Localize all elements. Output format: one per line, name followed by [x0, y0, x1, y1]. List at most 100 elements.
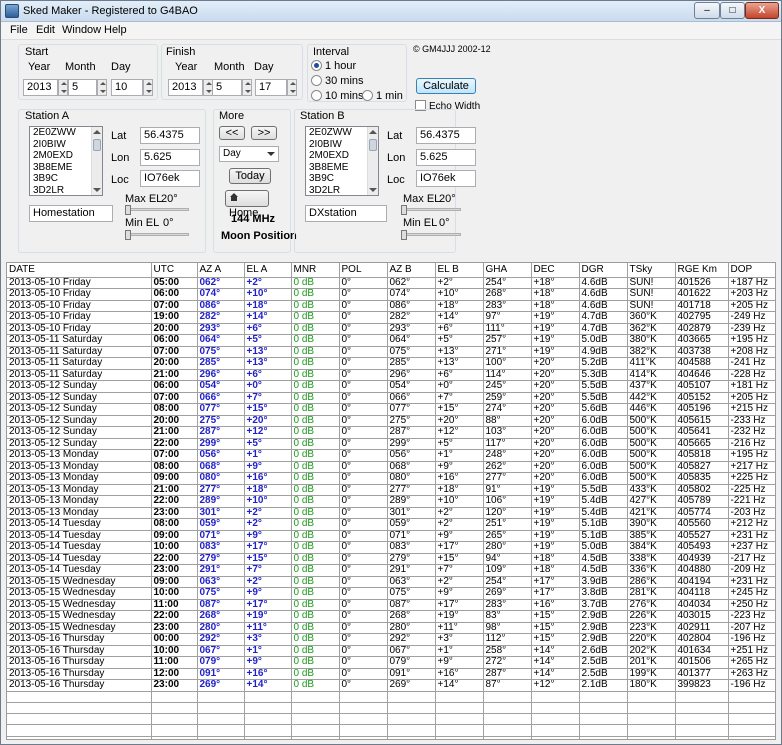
interval-1-min-radio[interactable]: 1 min — [362, 90, 403, 102]
station-b-lon-field[interactable]: 5.625 — [416, 149, 476, 166]
station-a-minel-slider-thumb[interactable] — [125, 230, 131, 240]
finish-month-spinner[interactable] — [242, 79, 252, 96]
finish-day-spinner[interactable] — [287, 79, 297, 96]
station-a-loc-field[interactable]: IO76ek — [140, 170, 200, 187]
station-b-loc-field[interactable]: IO76ek — [416, 170, 476, 187]
column-header-el-a[interactable]: EL A — [244, 263, 292, 278]
table-row[interactable]: 2013-05-13 Monday 07:00 056° +1° 0 dB 0° 056° +… — [7, 449, 775, 462]
minimize-button[interactable]: – — [694, 2, 720, 19]
station-a-list-scrollbar[interactable] — [91, 127, 102, 195]
start-month-field[interactable]: 5 — [68, 79, 97, 96]
column-header-date[interactable]: DATE — [7, 263, 152, 278]
table-row[interactable]: 2013-05-12 Sunday 07:00 066° +7° 0 dB 0° 066° +… — [7, 392, 775, 404]
table-row[interactable]: 2013-05-10 Friday 20:00 293° +6° 0 dB 0° 293° +… — [7, 323, 775, 335]
scroll-up-icon[interactable] — [369, 130, 377, 134]
table-row[interactable]: 2013-05-14 Tuesday 09:00 071° +9° 0 dB 0° 071°… — [7, 530, 775, 542]
menu-help[interactable]: Help — [104, 24, 127, 36]
menu-window[interactable]: Window — [62, 24, 101, 36]
column-header-mnr[interactable]: MNR — [291, 263, 340, 278]
close-button[interactable]: X — [745, 2, 779, 19]
table-row[interactable]: 2013-05-14 Tuesday 23:00 291° +7° 0 dB 0° 291°… — [7, 564, 775, 577]
station-a-maxel-slider[interactable] — [125, 208, 189, 211]
menu-edit[interactable]: Edit — [36, 24, 55, 36]
results-grid[interactable]: DATE UTC AZ A EL A MNR POL AZ B EL B GHA DEC DGR TS… — [6, 262, 776, 740]
column-header-utc[interactable]: UTC — [151, 263, 198, 278]
table-row[interactable]: 2013-05-10 Friday 06:00 074° +10° 0 dB 0° 074°… — [7, 288, 775, 301]
table-row[interactable]: 2013-05-12 Sunday 20:00 275° +20° 0 dB 0° 275°… — [7, 415, 775, 427]
step-unit-dropdown[interactable]: Day — [219, 146, 279, 162]
column-header-dgr[interactable]: DGR — [579, 263, 628, 278]
finish-day-field[interactable]: 17 — [255, 79, 287, 96]
station-b-list[interactable]: 2E0ZWW 2I0BIW 2M0EXD 3B8EME 3B9C 3D2LR — [305, 126, 379, 196]
previous-button[interactable]: << — [219, 126, 245, 140]
table-row[interactable]: 2013-05-16 Thursday 00:00 292° +3° 0 dB 0° 292… — [7, 633, 775, 646]
table-row[interactable]: 2013-05-15 Wednesday 22:00 268° +19° 0 dB 0° 2… — [7, 610, 775, 623]
station-b-minel-slider-thumb[interactable] — [401, 230, 407, 240]
column-header-dop[interactable]: DOP — [728, 263, 775, 278]
title-bar[interactable]: Sked Maker - Registered to G4BAO – □ X — [1, 1, 781, 22]
finish-year-field[interactable]: 2013 — [168, 79, 203, 96]
scroll-thumb[interactable] — [93, 139, 101, 151]
scroll-thumb[interactable] — [369, 139, 377, 151]
table-row[interactable]: 2013-05-16 Thursday 23:00 269° +14° 0 dB 0° 26… — [7, 679, 775, 692]
table-row[interactable]: 2013-05-10 Friday 07:00 086° +18° 0 dB 0° 086°… — [7, 300, 775, 312]
table-row[interactable]: 2013-05-14 Tuesday 22:00 279° +15° 0 dB 0° 279… — [7, 553, 775, 565]
station-b-name-field[interactable]: DXstation — [305, 205, 387, 222]
station-b-maxel-slider-thumb[interactable] — [401, 205, 407, 215]
column-header-az-b[interactable]: AZ B — [387, 263, 436, 278]
station-a-minel-slider[interactable] — [125, 233, 189, 236]
table-row[interactable]: 2013-05-13 Monday 23:00 301° +2° 0 dB 0° 301° +… — [7, 507, 775, 519]
table-row[interactable]: 2013-05-12 Sunday 08:00 077° +15° 0 dB 0° 077°… — [7, 403, 775, 416]
table-row[interactable]: 2013-05-13 Monday 22:00 289° +10° 0 dB 0° 289°… — [7, 495, 775, 508]
scroll-down-icon[interactable] — [369, 188, 377, 192]
table-row[interactable]: 2013-05-15 Wednesday 11:00 087° +17° 0 dB 0° 0… — [7, 599, 775, 611]
maximize-button[interactable]: □ — [720, 2, 745, 19]
start-day-field[interactable]: 10 — [111, 79, 143, 96]
table-row[interactable]: 2013-05-14 Tuesday 10:00 083° +17° 0 dB 0° 083… — [7, 541, 775, 554]
calculate-button[interactable]: Calculate — [416, 78, 476, 94]
column-header-rge-km[interactable]: RGE Km — [675, 263, 729, 278]
station-a-maxel-slider-thumb[interactable] — [125, 205, 131, 215]
column-header-tsky[interactable]: TSky — [627, 263, 676, 278]
station-a-name-field[interactable]: Homestation — [29, 205, 113, 222]
interval-10-mins-radio[interactable]: 10 mins — [311, 90, 364, 102]
table-row[interactable]: 2013-05-16 Thursday 11:00 079° +9° 0 dB 0° 079… — [7, 656, 775, 669]
column-header-pol[interactable]: POL — [339, 263, 388, 278]
interval-1-hour-radio[interactable]: 1 hour — [311, 60, 356, 72]
station-a-lon-field[interactable]: 5.625 — [140, 149, 200, 166]
table-row[interactable]: 2013-05-10 Friday 19:00 282° +14° 0 dB 0° 282°… — [7, 311, 775, 324]
station-b-lat-field[interactable]: 56.4375 — [416, 127, 476, 144]
station-a-lat-field[interactable]: 56.4375 — [140, 127, 200, 144]
finish-month-field[interactable]: 5 — [212, 79, 242, 96]
table-row[interactable]: 2013-05-12 Sunday 21:00 287° +12° 0 dB 0° 287°… — [7, 426, 775, 439]
today-button[interactable]: Today — [229, 168, 271, 184]
column-header-gha[interactable]: GHA — [483, 263, 532, 278]
table-row[interactable]: 2013-05-11 Saturday 20:00 285° +13° 0 dB 0° 28… — [7, 357, 775, 370]
start-year-field[interactable]: 2013 — [23, 79, 58, 96]
table-row[interactable]: 2013-05-16 Thursday 10:00 067° +1° 0 dB 0° 067… — [7, 645, 775, 657]
station-b-list-scrollbar[interactable] — [367, 127, 378, 195]
column-header-az-a[interactable]: AZ A — [197, 263, 245, 278]
start-day-spinner[interactable] — [143, 79, 153, 96]
table-row[interactable]: 2013-05-13 Monday 09:00 080° +16° 0 dB 0° 080°… — [7, 472, 775, 485]
scroll-down-icon[interactable] — [93, 188, 101, 192]
table-row[interactable]: 2013-05-14 Tuesday 08:00 059° +2° 0 dB 0° 059°… — [7, 518, 775, 531]
start-month-spinner[interactable] — [97, 79, 107, 96]
station-b-maxel-slider[interactable] — [401, 208, 461, 211]
table-row[interactable]: 2013-05-11 Saturday 07:00 075° +13° 0 dB 0° 07… — [7, 346, 775, 358]
interval-30-mins-radio[interactable]: 30 mins — [311, 75, 364, 87]
table-row[interactable]: 2013-05-11 Saturday 21:00 296° +6° 0 dB 0° 296… — [7, 369, 775, 381]
table-row[interactable]: 2013-05-12 Sunday 22:00 299° +5° 0 dB 0° 299° +… — [7, 438, 775, 450]
station-b-minel-slider[interactable] — [401, 233, 461, 236]
table-row[interactable]: 2013-05-12 Sunday 06:00 054° +0° 0 dB 0° 054° +… — [7, 380, 775, 393]
table-row[interactable]: 2013-05-13 Monday 21:00 277° +18° 0 dB 0° 277°… — [7, 484, 775, 496]
station-a-list[interactable]: 2E0ZWW 2I0BIW 2M0EXD 3B8EME 3B9C 3D2LR — [29, 126, 103, 196]
column-header-el-b[interactable]: EL B — [435, 263, 484, 278]
table-row[interactable]: 2013-05-15 Wednesday 09:00 063° +2° 0 dB 0° 06… — [7, 576, 775, 588]
table-row[interactable]: 2013-05-15 Wednesday 23:00 280° +11° 0 dB 0° 2… — [7, 622, 775, 634]
scroll-up-icon[interactable] — [93, 130, 101, 134]
start-year-spinner[interactable] — [58, 79, 68, 96]
next-button[interactable]: >> — [251, 126, 277, 140]
home-button[interactable]: Home — [225, 190, 269, 219]
column-header-dec[interactable]: DEC — [531, 263, 580, 278]
